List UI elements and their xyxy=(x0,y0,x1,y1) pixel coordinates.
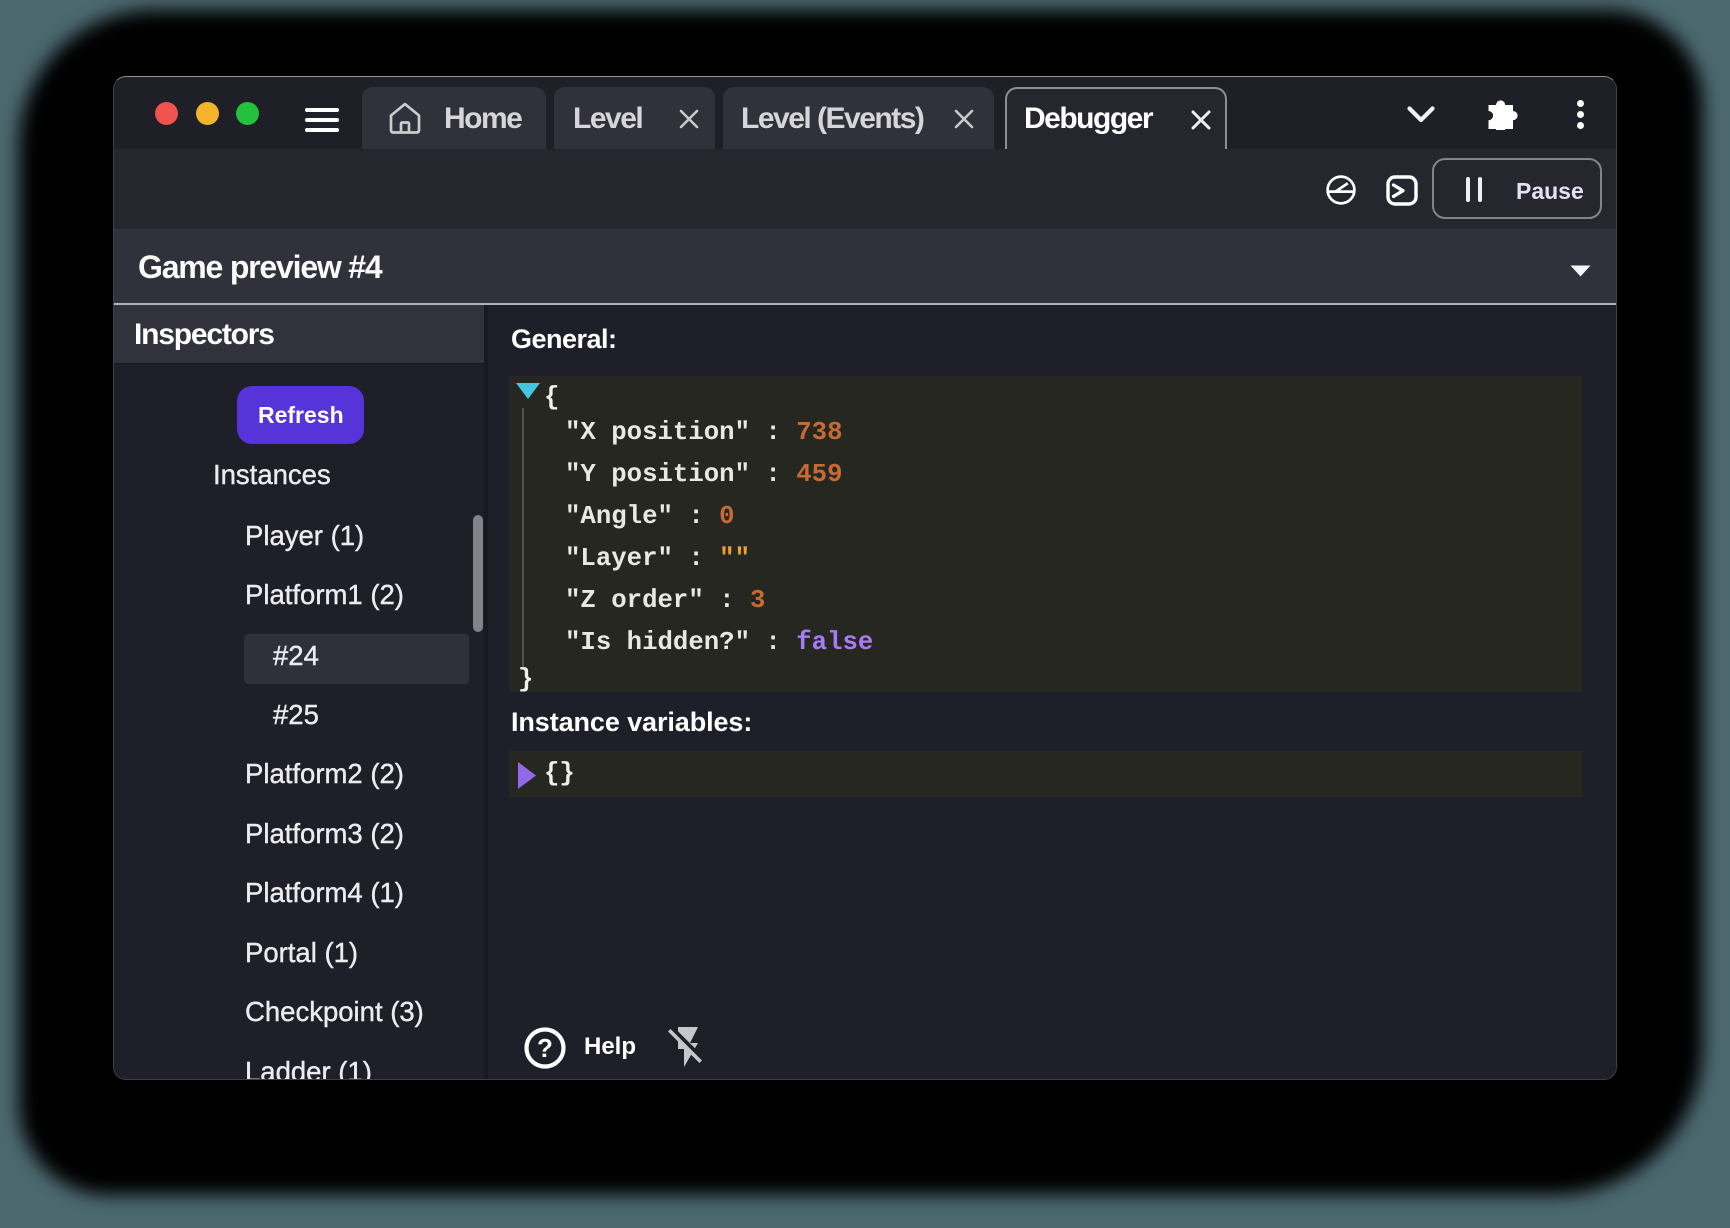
svg-text:?: ? xyxy=(537,1033,553,1063)
